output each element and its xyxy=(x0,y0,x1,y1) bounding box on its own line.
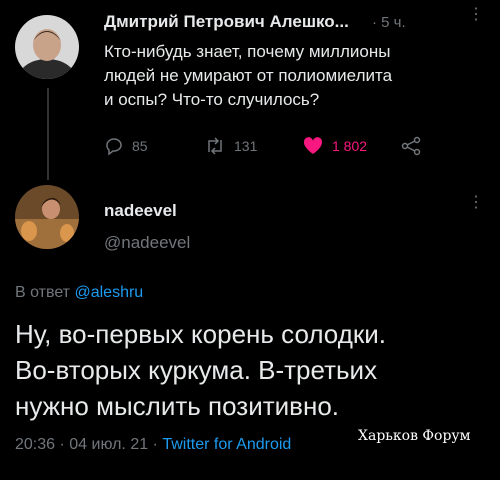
reply-text-line: людей не умирают от полиомиелита xyxy=(104,66,393,85)
time-separator: · xyxy=(372,14,377,31)
reply-count: 85 xyxy=(132,138,148,154)
tweet-source-link[interactable]: Twitter for Android xyxy=(162,436,291,453)
reply-text-line: и оспы? Что-то случилось? xyxy=(104,90,320,109)
retweet-count: 131 xyxy=(234,138,258,154)
avatar-dmitry[interactable] xyxy=(15,15,79,79)
main-handle[interactable]: @nadeevel xyxy=(104,233,190,253)
reply-time-value: 5 ч. xyxy=(381,14,406,31)
share-icon[interactable] xyxy=(400,136,422,161)
main-tweet-text: Ну, во-первых корень солодки. Во-вторых … xyxy=(15,316,386,424)
main-text-line: нужно мыслить позитивно. xyxy=(15,391,339,421)
reply-time[interactable]: · 5 ч. xyxy=(372,14,406,31)
tweet-timestamp[interactable]: 20:36 · 04 июл. 21 · xyxy=(15,436,158,453)
reply-button[interactable]: 85 xyxy=(104,136,148,156)
reply-prefix: В ответ xyxy=(15,284,71,301)
reply-tweet-text: Кто-нибудь знает, почему миллионы людей … xyxy=(104,40,392,112)
tweet-meta: 20:36 · 04 июл. 21 · Twitter for Android xyxy=(15,436,291,454)
like-count: 1 802 xyxy=(332,138,368,154)
avatar-nadeevel[interactable] xyxy=(15,185,79,249)
like-button[interactable]: 1 802 xyxy=(302,136,367,156)
reply-icon xyxy=(104,136,124,156)
watermark: Харьков Форум xyxy=(358,428,471,444)
heart-icon xyxy=(302,136,324,156)
reply-author-name[interactable]: Дмитрий Петрович Алешко... xyxy=(104,12,349,32)
reply-to-link[interactable]: @aleshru xyxy=(74,284,143,301)
more-options-icon[interactable]: ⋮ xyxy=(468,7,484,23)
retweet-icon xyxy=(204,136,226,156)
thread-connector-line xyxy=(47,88,49,180)
retweet-button[interactable]: 131 xyxy=(204,136,257,156)
more-options-icon[interactable]: ⋮ xyxy=(468,195,484,211)
main-text-line: Ну, во-первых корень солодки. xyxy=(15,319,386,349)
main-display-name[interactable]: nadeevel xyxy=(104,201,177,221)
reply-context: В ответ @aleshru xyxy=(15,284,143,302)
reply-text-line: Кто-нибудь знает, почему миллионы xyxy=(104,42,391,61)
main-text-line: Во-вторых куркума. В-третьих xyxy=(15,355,378,385)
